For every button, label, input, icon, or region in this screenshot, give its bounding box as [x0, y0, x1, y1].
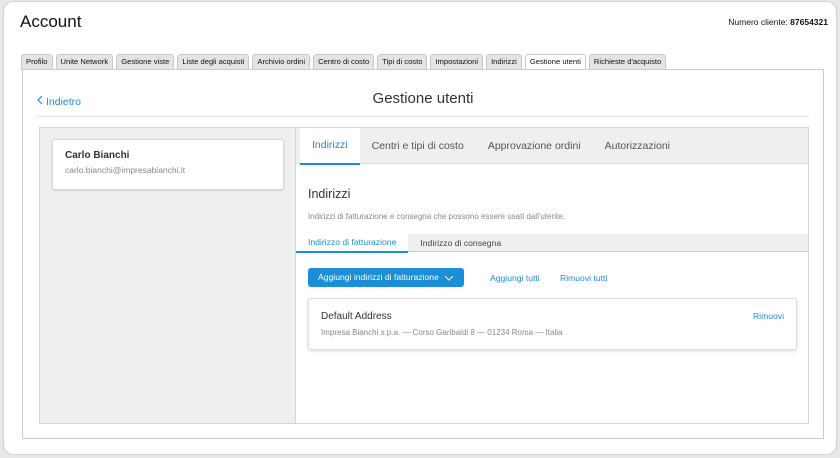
section-title: Indirizzi — [308, 187, 351, 201]
tab-impostazioni[interactable]: Impostazioni — [430, 54, 484, 70]
app-window: Account Numero cliente: 87654321 Profilo… — [4, 2, 836, 454]
user-card[interactable]: Carlo Bianchi carlo.bianchi@impresabianc… — [52, 139, 284, 190]
tab-shipping-address[interactable]: Indirizzo di consegna — [408, 234, 513, 251]
address-name: Default Address — [321, 311, 392, 322]
tab-indirizzi[interactable]: Indirizzi — [486, 54, 522, 70]
chevron-down-icon — [444, 275, 454, 281]
detail-subnav: Indirizzi Centri e tipi di costo Approva… — [296, 128, 808, 165]
user-detail: Indirizzi Centri e tipi di costo Approva… — [296, 128, 808, 423]
address-type-tabs: Indirizzo di fatturazione Indirizzo di c… — [296, 234, 808, 253]
user-name: Carlo Bianchi — [65, 150, 130, 161]
add-all-link[interactable]: Aggiungi tutti — [490, 273, 540, 283]
add-billing-address-button[interactable]: Aggiungi indirizzi di fatturazione — [308, 268, 464, 287]
section-description: Indirizzi di fatturazione e consegna che… — [308, 212, 565, 221]
tab-tipi-di-costo[interactable]: Tipi di costo — [377, 54, 428, 70]
subnav-indirizzi[interactable]: Indirizzi — [300, 128, 360, 165]
customer-number-value: 87654321 — [790, 17, 828, 27]
subnav-centri-tipi-costo[interactable]: Centri e tipi di costo — [360, 128, 476, 163]
title-divider — [37, 116, 809, 117]
tab-profilo[interactable]: Profilo — [21, 54, 53, 70]
address-line: Impresa Bianchi s.p.a. — Corso Garibaldi… — [321, 328, 563, 337]
account-title: Account — [20, 12, 82, 31]
tab-liste-acquisti[interactable]: Liste degli acquisti — [177, 54, 250, 70]
account-tabs: Profilo Unite Network Gestione viste Lis… — [21, 54, 667, 70]
tab-gestione-utenti[interactable]: Gestione utenti — [524, 54, 586, 70]
subnav-approvazione-ordini[interactable]: Approvazione ordini — [476, 128, 593, 163]
add-billing-address-label: Aggiungi indirizzi di fatturazione — [318, 272, 439, 282]
address-card: Default Address Impresa Bianchi s.p.a. —… — [308, 298, 797, 350]
user-email: carlo.bianchi@impresabianchi.it — [65, 165, 186, 175]
main-panel: Indietro Gestione utenti Carlo Bianchi c… — [22, 69, 824, 439]
tab-richieste-acquisto[interactable]: Richieste d'acquisto — [588, 54, 667, 70]
tab-gestione-viste[interactable]: Gestione viste — [116, 54, 175, 70]
page-title: Gestione utenti — [372, 90, 474, 107]
user-detail-container: Carlo Bianchi carlo.bianchi@impresabianc… — [39, 127, 809, 424]
tab-centro-di-costo[interactable]: Centro di costo — [313, 54, 375, 70]
subnav-autorizzazioni[interactable]: Autorizzazioni — [593, 128, 682, 163]
remove-all-link[interactable]: Rimuovi tutti — [560, 273, 607, 283]
customer-number: Numero cliente: 87654321 — [728, 17, 828, 27]
tab-unite-network[interactable]: Unite Network — [55, 54, 114, 70]
tab-archivio-ordini[interactable]: Archivio ordini — [252, 54, 311, 70]
user-list: Carlo Bianchi carlo.bianchi@impresabianc… — [40, 128, 296, 423]
remove-address-link[interactable]: Rimuovi — [753, 311, 784, 321]
customer-number-label: Numero cliente: — [728, 17, 788, 27]
tab-billing-address[interactable]: Indirizzo di fatturazione — [296, 234, 409, 253]
